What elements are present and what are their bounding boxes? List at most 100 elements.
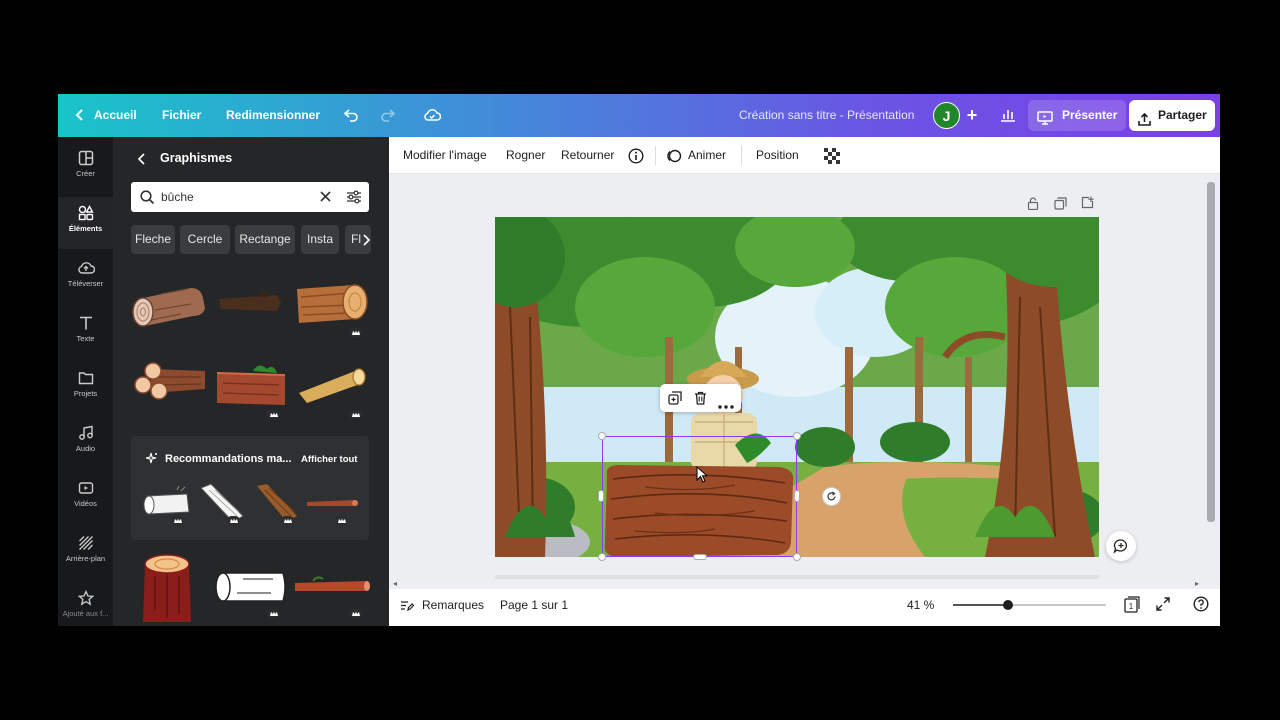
rail-item-elements[interactable]: Éléments <box>58 197 113 249</box>
document-title[interactable]: Création sans titre - Présentation <box>739 94 914 137</box>
folder-icon <box>78 372 93 385</box>
duplicate-icon[interactable] <box>668 391 682 410</box>
bottom-bar: Remarques Page 1 sur 1 41 % 1 <box>389 589 1220 626</box>
log-graphic-1[interactable] <box>131 280 209 330</box>
lock-icon[interactable] <box>1027 197 1039 215</box>
white-log-graphic[interactable] <box>141 486 193 518</box>
premium-crown-icon <box>335 516 348 525</box>
present-label: Présenter <box>1062 108 1118 122</box>
mossy-log-graphic[interactable] <box>213 359 289 411</box>
search-icon <box>140 190 155 210</box>
chevron-right-icon[interactable] <box>361 233 371 251</box>
add-collaborator-button[interactable]: + <box>962 105 982 125</box>
editor-window: Accueil Fichier Redimensionner Création … <box>58 94 1220 626</box>
elements-panel: Graphismes Fleche Cercle Rectange Insta … <box>113 137 389 626</box>
more-options-icon[interactable] <box>718 396 734 414</box>
rail-label: Arrière-plan <box>65 554 106 563</box>
help-icon[interactable] <box>1193 596 1209 615</box>
premium-crown-icon <box>171 516 184 525</box>
avatar[interactable]: J <box>933 102 960 129</box>
trash-icon[interactable] <box>694 391 707 410</box>
rotate-handle[interactable] <box>822 487 841 506</box>
rail-item-background[interactable]: Arrière-plan <box>58 527 113 579</box>
chip-fleche[interactable]: Fleche <box>131 225 175 254</box>
top-bar: Accueil Fichier Redimensionner Création … <box>58 94 1220 137</box>
scroll-right-arrow[interactable]: ▸ <box>1195 579 1199 588</box>
info-icon[interactable] <box>628 148 644 167</box>
premium-crown-icon <box>281 516 294 525</box>
rail-item-audio[interactable]: Audio <box>58 417 113 469</box>
zoom-value[interactable]: 41 % <box>907 589 934 621</box>
clear-search-icon[interactable] <box>319 190 332 208</box>
slide-canvas[interactable] <box>495 217 1099 557</box>
rail-item-videos[interactable]: Vidéos <box>58 472 113 524</box>
cloud-save-icon[interactable] <box>422 105 442 125</box>
red-branch-graphic[interactable] <box>293 575 371 599</box>
outline-log-graphic[interactable] <box>213 567 289 607</box>
resize-handle[interactable] <box>693 554 707 560</box>
back-arrow-icon[interactable] <box>135 151 151 167</box>
show-all-link[interactable]: Afficher tout <box>301 454 357 465</box>
add-page-icon[interactable] <box>1081 196 1094 214</box>
log-graphic-3[interactable] <box>291 277 371 329</box>
home-button[interactable]: Accueil <box>94 94 137 137</box>
vertical-scrollbar[interactable] <box>1207 182 1215 522</box>
resize-handle[interactable] <box>793 432 801 440</box>
brown-plank-graphic[interactable] <box>253 482 303 524</box>
rail-label: Créer <box>76 169 95 178</box>
text-icon <box>79 316 92 330</box>
resize-handle[interactable] <box>794 490 800 502</box>
share-button[interactable]: Partager <box>1129 100 1215 131</box>
rail-item-create[interactable]: Créer <box>58 142 113 194</box>
animate-button[interactable]: Animer <box>688 137 726 174</box>
crop-button[interactable]: Rogner <box>506 137 545 174</box>
edit-image-button[interactable]: Modifier l'image <box>403 137 487 174</box>
upload-icon <box>77 262 95 274</box>
rail-item-starred[interactable]: Ajouté aux f... <box>58 582 113 626</box>
chip-cercle[interactable]: Cercle <box>180 225 230 254</box>
rail-item-upload[interactable]: Téléverser <box>58 252 113 304</box>
thin-branch-graphic[interactable] <box>305 492 359 516</box>
search-input[interactable] <box>161 188 311 206</box>
resize-handle[interactable] <box>793 553 801 561</box>
chip-insta[interactable]: Insta <box>301 225 339 254</box>
rail-item-text[interactable]: Texte <box>58 307 113 359</box>
stump-graphic[interactable] <box>139 550 195 626</box>
resize-handle[interactable] <box>598 553 606 561</box>
present-button[interactable]: Présenter <box>1028 100 1126 131</box>
chip-rectange[interactable]: Rectange <box>235 225 295 254</box>
duplicate-page-icon[interactable] <box>1054 197 1067 215</box>
resize-handle[interactable] <box>598 490 604 502</box>
filter-icon[interactable] <box>346 189 362 210</box>
fullscreen-icon[interactable] <box>1156 597 1170 614</box>
selection-box[interactable] <box>602 436 797 557</box>
page-count-icon[interactable]: 1 <box>1124 596 1140 616</box>
scroll-left-arrow[interactable]: ◂ <box>393 579 397 588</box>
file-menu-button[interactable]: Fichier <box>162 94 201 137</box>
rail-label: Éléments <box>68 224 103 233</box>
recommendations-card: Recommandations ma... Afficher tout <box>131 436 369 540</box>
flip-button[interactable]: Retourner <box>561 137 614 174</box>
insights-chart-icon[interactable] <box>998 105 1018 125</box>
add-comment-button[interactable] <box>1106 531 1136 561</box>
log-pile-graphic[interactable] <box>131 359 209 405</box>
birch-log-graphic[interactable] <box>293 365 371 405</box>
zoom-slider[interactable] <box>953 600 1106 610</box>
notes-icon[interactable] <box>400 598 415 615</box>
premium-crown-icon <box>349 609 362 618</box>
chevron-left-icon[interactable] <box>70 105 90 125</box>
notes-button[interactable]: Remarques <box>422 589 484 621</box>
transparency-icon[interactable] <box>824 148 840 167</box>
undo-icon[interactable] <box>342 105 362 125</box>
page-indicator[interactable]: Page 1 sur 1 <box>500 589 568 621</box>
animate-icon[interactable] <box>666 148 682 167</box>
position-button[interactable]: Position <box>756 137 799 174</box>
comment-icon <box>1113 539 1127 554</box>
log-graphic-2[interactable] <box>217 289 283 317</box>
zoom-slider-thumb[interactable] <box>1003 600 1014 610</box>
resize-button[interactable]: Redimensionner <box>226 94 320 137</box>
resize-handle[interactable] <box>598 432 606 440</box>
context-toolbar: Modifier l'image Rogner Retourner Animer… <box>389 137 1220 174</box>
redo-icon[interactable] <box>377 105 397 125</box>
rail-item-projects[interactable]: Projets <box>58 362 113 414</box>
